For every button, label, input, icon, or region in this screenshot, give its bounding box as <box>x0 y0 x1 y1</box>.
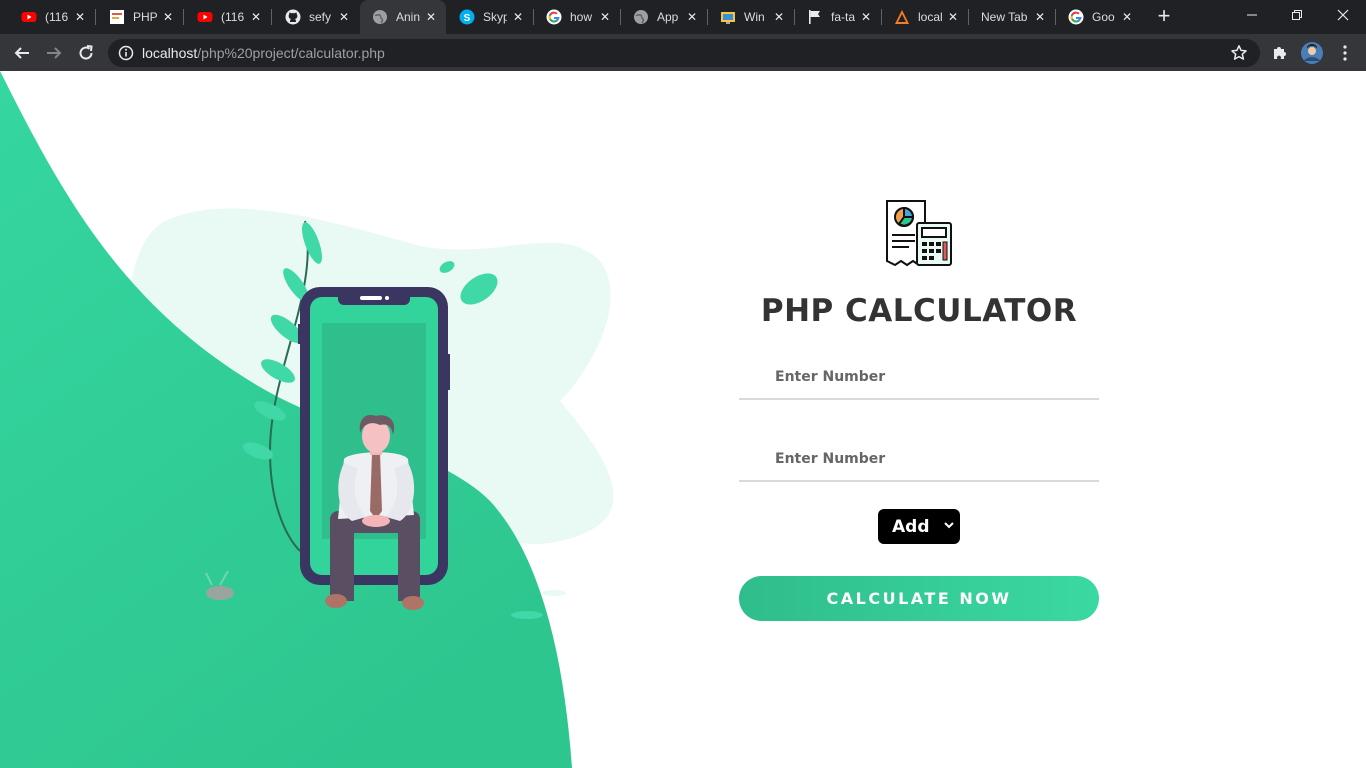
page-content: PHP CALCULATOR Add CALCULATE NOW <box>0 71 1366 768</box>
calculator-document-icon <box>886 200 952 267</box>
avatar-icon <box>1301 42 1323 64</box>
reload-icon <box>79 45 93 60</box>
tab-close-icon[interactable]: ✕ <box>598 10 612 24</box>
tab-title: fa-ta <box>831 10 855 24</box>
globe-icon <box>633 9 649 25</box>
tab-separator <box>271 9 272 25</box>
browser-tab[interactable]: App ✕ <box>621 0 707 34</box>
github-icon <box>285 9 301 25</box>
tab-close-icon[interactable]: ✕ <box>511 10 525 24</box>
new-tab-button[interactable]: + <box>1152 4 1176 30</box>
browser-tab[interactable]: S Skyp ✕ <box>447 0 533 34</box>
tab-title: Goo <box>1092 10 1115 24</box>
tab-close-icon[interactable]: ✕ <box>859 10 873 24</box>
chevron-down-icon <box>944 522 954 529</box>
tab-title: (116 <box>45 10 69 24</box>
tab-title: (116 <box>221 10 245 24</box>
tab-title: New Tab <box>981 10 1028 24</box>
tab-close-icon[interactable]: ✕ <box>772 10 786 24</box>
extensions-button[interactable] <box>1269 42 1291 64</box>
tab-close-icon[interactable]: ✕ <box>1033 10 1047 24</box>
tab-close-icon[interactable]: ✕ <box>424 10 438 24</box>
tab-close-icon[interactable]: ✕ <box>73 10 87 24</box>
background-wave <box>0 71 614 768</box>
browser-tab[interactable]: sefy ✕ <box>273 0 359 34</box>
browser-tab[interactable]: Win ✕ <box>708 0 794 34</box>
browser-tab-bar: (116 ✕ PHP ✕ (116 ✕ sefy ✕ Anin ✕ S Skyp ✕ how ✕ App ✕ Wi… <box>0 0 1366 34</box>
browser-tab[interactable]: Goo ✕ <box>1056 0 1142 34</box>
globe-icon <box>372 9 388 25</box>
minimize-icon <box>1247 14 1257 16</box>
address-bar[interactable]: localhost/php%20project/calculator.php <box>108 39 1260 67</box>
tab-separator <box>95 9 96 25</box>
tab-close-icon[interactable]: ✕ <box>946 10 960 24</box>
page-title: PHP CALCULATOR <box>760 293 1078 329</box>
close-window-button[interactable] <box>1320 0 1366 30</box>
tab-title: Skyp <box>483 10 507 24</box>
second-number-input[interactable] <box>739 438 1099 480</box>
tab-title: App <box>657 10 679 24</box>
browser-toolbar: localhost/php%20project/calculator.php <box>0 34 1366 71</box>
windows-folder-icon <box>720 9 736 25</box>
first-number-field <box>739 356 1099 400</box>
browser-tab[interactable]: Anin ✕ <box>360 0 446 34</box>
tab-close-icon[interactable]: ✕ <box>337 10 351 24</box>
arrow-right-icon <box>47 47 62 59</box>
google-icon <box>546 9 562 25</box>
google-icon <box>1068 9 1084 25</box>
phone-speaker <box>360 296 382 300</box>
svg-text:S: S <box>464 13 471 24</box>
rock <box>206 586 234 600</box>
back-button[interactable] <box>9 40 35 66</box>
url-path: /php%20project/calculator.php <box>197 45 385 61</box>
browser-tab[interactable]: PHP ✕ <box>97 0 183 34</box>
restore-icon <box>1292 10 1302 20</box>
restore-button[interactable] <box>1274 0 1320 30</box>
minimize-button[interactable] <box>1229 0 1275 30</box>
browser-tab[interactable]: (116 ✕ <box>185 0 271 34</box>
tab-title: how <box>570 10 593 24</box>
browser-tab[interactable]: how ✕ <box>534 0 620 34</box>
operation-select-value: Add <box>892 516 930 537</box>
forward-button[interactable] <box>41 40 67 66</box>
arrow-left-icon <box>14 47 29 59</box>
tab-close-icon[interactable]: ✕ <box>1120 10 1134 24</box>
php-site-icon <box>109 9 125 25</box>
close-icon <box>1337 9 1349 21</box>
tab-title: local <box>918 10 942 24</box>
more-vertical-icon <box>1343 45 1347 61</box>
tab-title: Win <box>744 10 765 24</box>
url-host: localhost <box>142 45 198 61</box>
browser-tab[interactable]: (116 ✕ <box>9 0 95 34</box>
tab-separator <box>183 9 184 25</box>
bookmark-star-icon[interactable] <box>1230 44 1248 62</box>
profile-avatar[interactable] <box>1301 42 1323 64</box>
browser-tab[interactable]: fa-ta ✕ <box>795 0 881 34</box>
reload-button[interactable] <box>73 40 99 66</box>
url-text: localhost/php%20project/calculator.php <box>142 45 385 61</box>
tab-title: sefy <box>309 10 332 24</box>
operation-select[interactable]: Add <box>878 509 960 544</box>
browser-tab[interactable]: local ✕ <box>882 0 968 34</box>
youtube-icon <box>197 9 213 25</box>
puzzle-icon <box>1274 47 1286 59</box>
browser-menu-button[interactable] <box>1334 42 1356 64</box>
youtube-icon <box>21 9 37 25</box>
tab-close-icon[interactable]: ✕ <box>161 10 175 24</box>
tab-title: Anin <box>396 10 420 24</box>
xampp-icon <box>894 9 910 25</box>
tab-close-icon[interactable]: ✕ <box>249 10 263 24</box>
calculate-button[interactable]: CALCULATE NOW <box>739 576 1099 621</box>
tab-close-icon[interactable]: ✕ <box>685 10 699 24</box>
info-icon[interactable] <box>118 45 134 61</box>
first-number-input[interactable] <box>739 356 1099 398</box>
tab-title: PHP <box>133 10 157 24</box>
second-number-field <box>739 438 1099 482</box>
flag-icon <box>807 9 823 25</box>
skype-icon: S <box>459 9 475 25</box>
browser-tab[interactable]: New Tab ✕ <box>969 0 1055 34</box>
